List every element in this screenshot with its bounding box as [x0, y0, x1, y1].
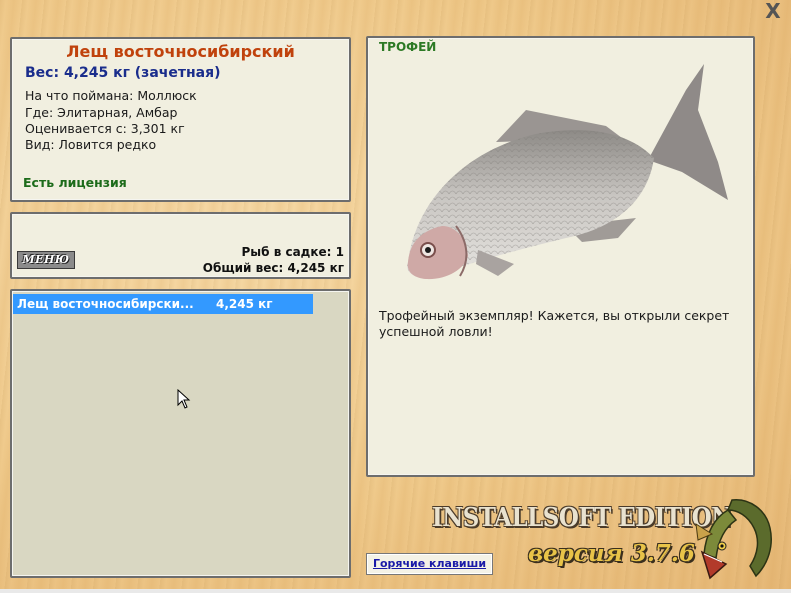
license-status: Есть лицензия [23, 175, 127, 190]
hotkeys-button[interactable]: Горячие клавиши [366, 553, 493, 575]
pike-logo-icon [695, 499, 772, 580]
catch-list-panel: Лещ восточносибирски... 4,245 кг [10, 289, 351, 578]
bottom-strip [0, 589, 791, 593]
valued-from-info: Оценивается с: 3,301 кг [25, 121, 185, 136]
fish-count: Рыб в садке: 1 [241, 245, 345, 259]
version-label: версия 3.7.6 [528, 540, 695, 567]
brand-title: INSTALLSOFT EDITION [432, 503, 732, 533]
trophy-description: Трофейный экземпляр! Кажется, вы открыли… [379, 308, 730, 339]
fish-name: Лещ восточносибирский [66, 42, 295, 61]
list-item-weight: 4,245 кг [216, 297, 273, 311]
list-item-name: Лещ восточносибирски... [17, 297, 194, 311]
location-info: Где: Элитарная, Амбар [25, 105, 178, 120]
fish-info-panel: Лещ восточносибирский Вес: 4,245 кг (зач… [10, 37, 351, 202]
list-item[interactable]: Лещ восточносибирски... 4,245 кг [13, 294, 313, 314]
mouse-cursor-icon [177, 389, 191, 409]
bait-info: На что поймана: Моллюск [25, 88, 197, 103]
close-button[interactable]: X [763, 1, 783, 21]
total-weight: Общий вес: 4,245 кг [202, 261, 344, 275]
keepnet-summary-panel: МЕНЮ Рыб в садке: 1 Общий вес: 4,245 кг [10, 212, 351, 279]
fish-weight: Вес: 4,245 кг (зачетная) [25, 65, 221, 81]
bream-fish-image [407, 64, 728, 280]
trophy-panel: ТРОФЕЙ Трофейный экземпляр! Кажется, вы … [366, 36, 755, 477]
rarity-info: Вид: Ловится редко [25, 137, 157, 152]
menu-button[interactable]: МЕНЮ [17, 251, 75, 269]
keepnet-stats: Рыб в садке: 1 Общий вес: 4,245 кг [203, 244, 344, 276]
